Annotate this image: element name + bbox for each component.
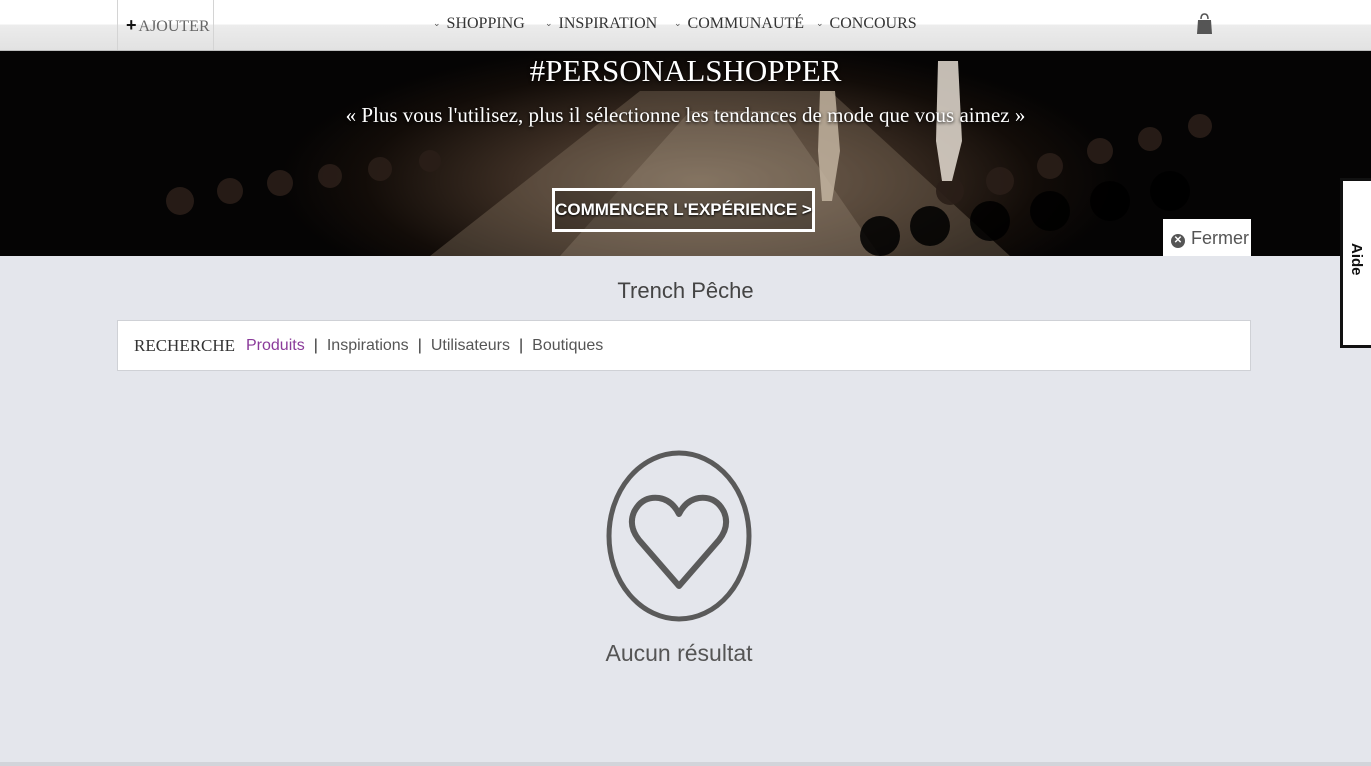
start-experience-button[interactable]: COMMENCER L'EXPÉRIENCE >	[552, 188, 815, 232]
personal-shopper-banner: #PERSONALSHOPPER « Plus vous l'utilisez,…	[0, 51, 1371, 256]
chevron-down-icon: ⌄	[674, 18, 682, 28]
filter-separator: |	[313, 337, 318, 354]
search-filter-panel: RECHERCHE Produits | Inspirations | Utilisat…	[117, 320, 1251, 371]
add-button[interactable]: + AJOUTER	[117, 0, 214, 50]
filter-inspirations[interactable]: Inspirations	[327, 337, 409, 354]
page-bottom-divider	[0, 762, 1371, 766]
chevron-down-icon: ⌄	[545, 18, 553, 28]
search-query-title: Trench Pêche	[617, 278, 754, 303]
nav-shopping[interactable]: ⌄ SHOPPING	[433, 15, 525, 33]
nav-concours[interactable]: ⌄ CONCOURS	[816, 15, 917, 33]
nav-communaute[interactable]: ⌄ COMMUNAUTÉ	[674, 15, 804, 33]
help-tab-label: Aide	[1348, 243, 1365, 276]
chevron-down-icon: ⌄	[816, 18, 824, 28]
plus-icon: +	[126, 15, 137, 35]
shopping-bag-icon[interactable]	[1197, 13, 1212, 35]
filter-boutiques[interactable]: Boutiques	[532, 337, 603, 354]
search-label: RECHERCHE	[134, 336, 236, 355]
chevron-down-icon: ⌄	[433, 18, 441, 28]
help-tab[interactable]: Aide	[1340, 178, 1371, 348]
close-banner-button[interactable]: ✕ Fermer	[1163, 219, 1251, 256]
filter-utilisateurs[interactable]: Utilisateurs	[431, 337, 510, 354]
close-icon: ✕	[1171, 234, 1185, 248]
add-button-label: AJOUTER	[138, 18, 210, 35]
heart-icon	[606, 450, 752, 622]
filter-separator: |	[518, 337, 524, 354]
banner-subtitle: « Plus vous l'utilisez, plus il sélectio…	[345, 103, 1026, 127]
banner-title: #PERSONALSHOPPER	[529, 53, 842, 88]
no-results-text: Aucun résultat	[605, 640, 753, 666]
close-button-label: Fermer	[1191, 228, 1249, 248]
search-filters: Produits | Inspirations | Utilisateurs | Bouti…	[246, 337, 603, 355]
filter-produits[interactable]: Produits	[246, 337, 305, 354]
nav-inspiration[interactable]: ⌄ INSPIRATION	[545, 15, 657, 33]
filter-separator: |	[417, 337, 422, 354]
top-navigation: + AJOUTER ⌄ SHOPPING ⌄ INSPIRATION ⌄ COMMUNA…	[0, 0, 1371, 51]
